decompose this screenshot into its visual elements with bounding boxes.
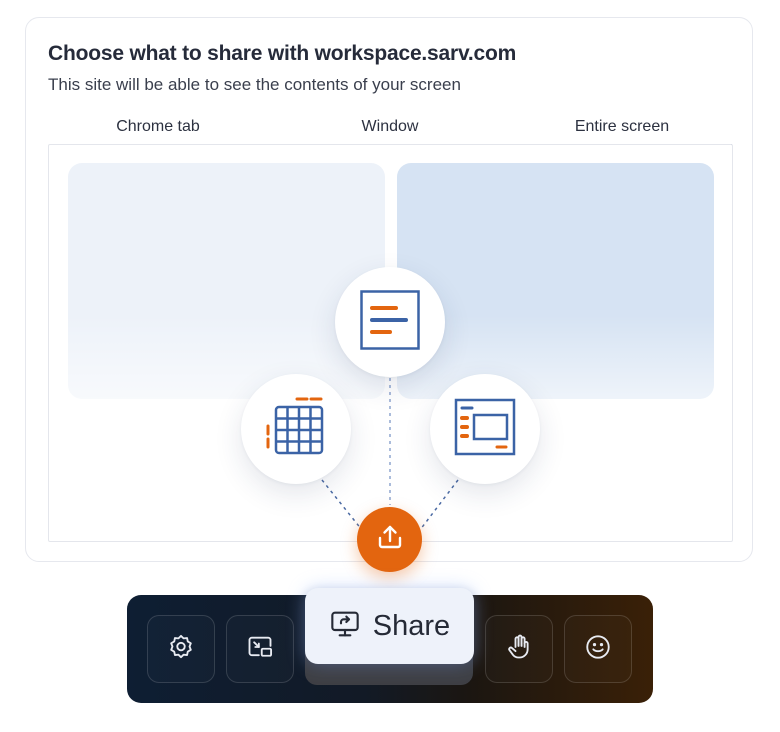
window-layout-icon — [454, 396, 516, 463]
upload-button[interactable] — [357, 507, 422, 572]
document-icon — [360, 289, 420, 355]
smiley-icon — [584, 633, 612, 666]
picture-in-picture-button[interactable] — [226, 615, 294, 683]
window-option[interactable] — [430, 374, 540, 484]
raise-hand-icon — [505, 633, 533, 666]
settings-button[interactable] — [147, 615, 215, 683]
document-option[interactable] — [335, 267, 445, 377]
share-button-label: Share — [372, 609, 451, 642]
settings-gear-icon — [167, 633, 195, 666]
grid-table-icon — [265, 396, 327, 463]
raise-hand-button[interactable] — [485, 615, 553, 683]
upload-icon — [375, 522, 405, 557]
picture-in-picture-icon — [246, 633, 274, 666]
grid-option[interactable] — [241, 374, 351, 484]
share-screen-button[interactable]: Share — [305, 588, 474, 664]
screen-share-icon — [329, 608, 361, 645]
reactions-button[interactable] — [564, 615, 632, 683]
